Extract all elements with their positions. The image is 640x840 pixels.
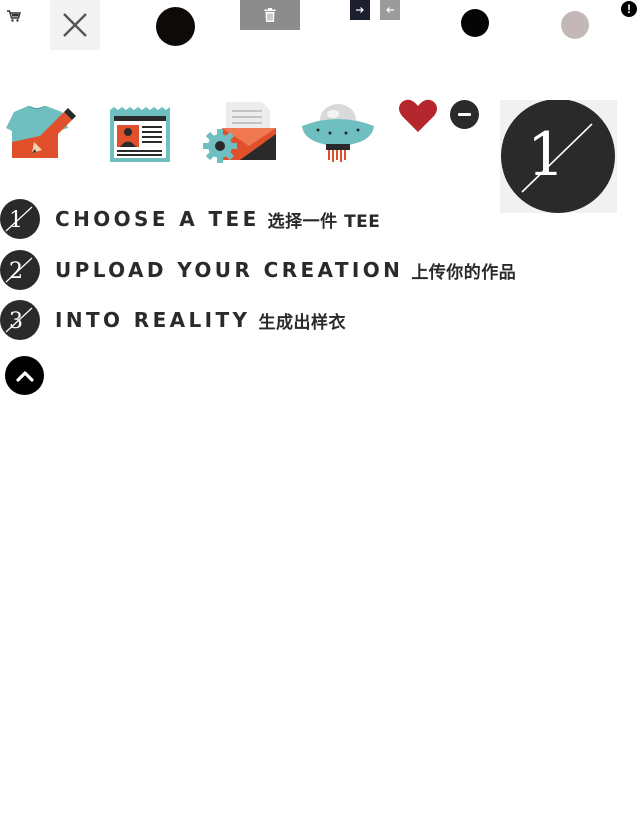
step-number-badge-large: 1 — [500, 99, 617, 213]
arrow-left-icon — [386, 7, 394, 13]
next-button[interactable] — [350, 0, 370, 20]
step-number: 2 — [9, 259, 23, 284]
step-title: CHOOSE A TEE — [55, 207, 260, 231]
step-number: 3 — [9, 309, 23, 334]
ufo-illustration[interactable] — [300, 98, 376, 164]
black-dot — [461, 9, 489, 37]
cart-icon[interactable] — [7, 8, 21, 22]
step-title: UPLOAD YOUR CREATION — [55, 258, 404, 282]
heart-icon[interactable] — [398, 98, 438, 134]
step-1-badge: 1 — [0, 199, 40, 239]
minus-button[interactable] — [450, 100, 479, 129]
alert-icon[interactable]: ! — [621, 1, 637, 17]
close-icon — [63, 13, 87, 37]
chevron-up-icon — [15, 370, 34, 382]
step-choose-tee[interactable]: 1 CHOOSE A TEE 选择一件 TEE — [0, 199, 380, 239]
newspaper-illustration[interactable] — [108, 98, 172, 164]
delete-button[interactable] — [240, 0, 300, 30]
step-number: 1 — [9, 208, 23, 233]
step-into-reality[interactable]: 3 INTO REALITY 生成出样衣 — [0, 300, 346, 340]
step-title: INTO REALITY — [55, 308, 251, 332]
step-2-badge: 2 — [0, 250, 40, 290]
tee-illustration[interactable] — [4, 98, 76, 164]
close-button[interactable] — [50, 0, 100, 50]
previous-button[interactable] — [380, 0, 400, 20]
step-title-zh: 上传你的作品 — [411, 262, 517, 283]
grey-dot — [561, 11, 589, 39]
step-3-badge: 3 — [0, 300, 40, 340]
step-title-zh: 选择一件 TEE — [267, 211, 381, 232]
trash-icon — [264, 8, 276, 22]
scroll-to-top-button[interactable] — [5, 356, 44, 395]
black-dot — [156, 7, 195, 46]
step-title-zh: 生成出样衣 — [258, 312, 346, 333]
step-upload-creation[interactable]: 2 UPLOAD YOUR CREATION 上传你的作品 — [0, 250, 516, 290]
mail-gear-illustration[interactable] — [200, 98, 276, 164]
arrow-right-icon — [356, 7, 364, 13]
